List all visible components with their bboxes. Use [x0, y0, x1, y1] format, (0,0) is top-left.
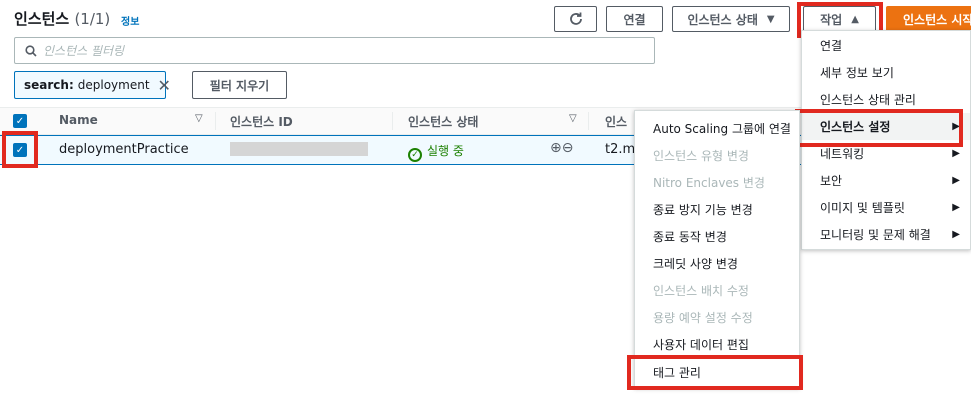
submenu-placement: 인스턴스 배치 수정: [653, 284, 749, 298]
menu-item-images-templates-label: 이미지 및 템플릿: [820, 201, 905, 215]
page-title-text: 인스턴스: [14, 10, 70, 28]
info-link[interactable]: 정보: [121, 13, 139, 28]
check-circle-icon: ✓: [408, 148, 422, 162]
menu-item-connect[interactable]: 연결: [820, 32, 842, 59]
column-name[interactable]: Name: [59, 113, 98, 127]
search-placeholder: 인스턴스 필터링: [43, 44, 125, 58]
menu-item-images-templates[interactable]: 이미지 및 템플릿 ▶: [802, 194, 970, 221]
submenu-capacity-reservation: 용량 예약 설정 수정: [653, 311, 753, 325]
search-input[interactable]: 인스턴스 필터링: [14, 37, 655, 64]
zoom-out-icon[interactable]: ⊖: [562, 140, 574, 156]
menu-item-monitoring[interactable]: 모니터링 및 문제 해결 ▶: [802, 221, 970, 248]
submenu-shutdown-behavior[interactable]: 종료 동작 변경: [653, 223, 727, 250]
zoom-controls: ⊕⊖: [550, 140, 573, 156]
manage-tags-highlight: [627, 355, 803, 390]
instance-id-redacted: [230, 142, 368, 156]
column-instance-type[interactable]: 인스: [605, 113, 627, 130]
filter-token: search: deployment ✕: [14, 71, 171, 99]
instance-state: ✓ 실행 중: [408, 142, 464, 162]
launch-instance-button[interactable]: 인스턴스 시작: [886, 6, 971, 32]
submenu-edit-user-data[interactable]: 사용자 데이터 편집: [653, 331, 749, 358]
instance-state-label: 인스턴스 상태: [687, 12, 758, 27]
filter-token-value: deployment: [77, 78, 150, 92]
chevron-right-icon: ▶: [952, 229, 960, 240]
chevron-right-icon: ▶: [952, 202, 960, 213]
refresh-button[interactable]: [554, 6, 597, 32]
menu-item-view-details[interactable]: 세부 정보 보기: [820, 59, 894, 86]
menu-item-security-label: 보안: [820, 174, 843, 188]
menu-item-security[interactable]: 보안 ▶: [802, 167, 970, 194]
submenu-attach-asg[interactable]: Auto Scaling 그룹에 연결: [653, 115, 791, 142]
row-checkbox-highlight: [2, 131, 38, 168]
column-divider: [392, 112, 393, 130]
menu-item-networking-label: 네트워킹: [820, 147, 865, 161]
column-instance-state[interactable]: 인스턴스 상태: [408, 113, 478, 130]
instance-name: deploymentPractice: [59, 142, 189, 157]
sort-icon[interactable]: ▽: [569, 113, 577, 124]
clear-filters-button[interactable]: 필터 지우기: [192, 71, 287, 99]
submenu-credit-spec[interactable]: 크레딧 사양 변경: [653, 250, 738, 277]
search-icon: [25, 44, 37, 57]
instance-state-text: 실행 중: [427, 144, 464, 158]
select-all-checkbox[interactable]: ✓: [13, 114, 27, 128]
caret-down-icon: ▼: [766, 13, 775, 25]
connect-button[interactable]: 연결: [606, 6, 663, 32]
zoom-in-icon[interactable]: ⊕: [550, 140, 562, 156]
instance-count: (1/1): [74, 10, 111, 28]
chevron-right-icon: ▶: [952, 175, 960, 186]
column-divider: [588, 112, 589, 130]
submenu-termination-protection[interactable]: 종료 방지 기능 변경: [653, 196, 753, 223]
page-title: 인스턴스 (1/1): [14, 8, 110, 29]
filter-token-key: search:: [24, 78, 74, 92]
close-icon[interactable]: ✕: [158, 76, 171, 95]
submenu-change-type: 인스턴스 유형 변경: [653, 149, 749, 163]
refresh-icon: [569, 12, 582, 25]
instance-settings-submenu: Auto Scaling 그룹에 연결 인스턴스 유형 변경 Nitro Enc…: [634, 110, 800, 388]
sort-icon[interactable]: ▽: [195, 113, 203, 124]
instance-settings-highlight: [795, 109, 963, 147]
menu-item-monitoring-label: 모니터링 및 문제 해결: [820, 228, 931, 242]
column-instance-id[interactable]: 인스턴스 ID: [230, 113, 293, 130]
instance-state-button[interactable]: 인스턴스 상태 ▼: [672, 6, 790, 32]
submenu-nitro-enclaves: Nitro Enclaves 변경: [653, 176, 765, 190]
column-divider: [215, 112, 216, 130]
chevron-right-icon: ▶: [952, 148, 960, 159]
